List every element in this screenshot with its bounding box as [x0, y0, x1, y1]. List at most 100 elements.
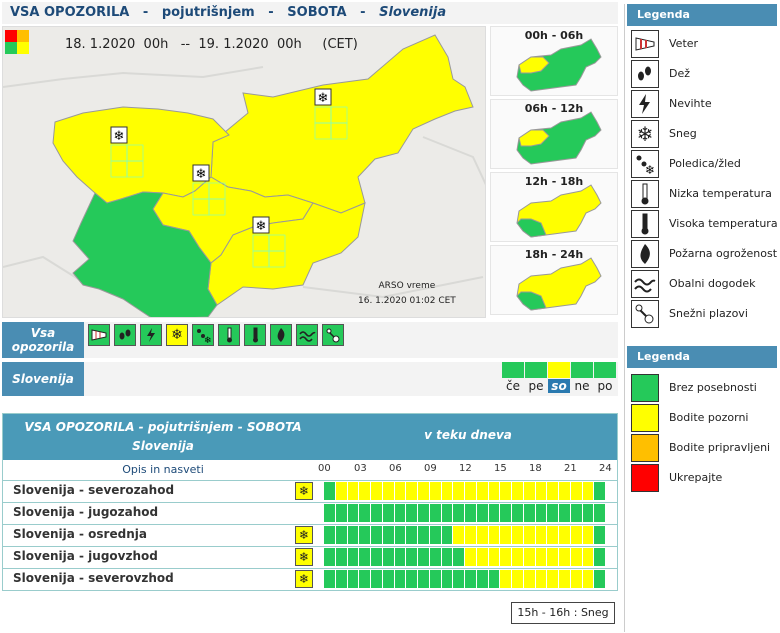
hour-segment[interactable]: [371, 548, 383, 566]
hour-segment[interactable]: [465, 570, 477, 588]
hour-segment[interactable]: [594, 504, 606, 522]
hour-segment[interactable]: [535, 548, 548, 566]
hour-segment[interactable]: [465, 548, 477, 566]
hour-segment[interactable]: [570, 482, 583, 500]
hour-segment[interactable]: [347, 526, 360, 544]
hour-segment[interactable]: [382, 504, 395, 522]
hour-segment[interactable]: [347, 570, 360, 588]
hour-segment[interactable]: [359, 504, 371, 522]
hour-segment[interactable]: [324, 482, 336, 500]
thumbnail-00-06[interactable]: 00h - 06h: [490, 26, 618, 96]
hour-segment[interactable]: [476, 548, 489, 566]
table-row[interactable]: Slovenija - jugovzhod ❄: [3, 546, 617, 567]
hour-segment[interactable]: [488, 526, 501, 544]
table-row[interactable]: Slovenija - osrednja ❄: [3, 524, 617, 545]
day-petek[interactable]: pe: [525, 362, 547, 396]
hour-segment[interactable]: [429, 548, 442, 566]
hour-segment[interactable]: [500, 570, 512, 588]
hour-segment[interactable]: [418, 482, 430, 500]
hour-segment[interactable]: [512, 548, 524, 566]
hour-segment[interactable]: [347, 482, 360, 500]
hour-segment[interactable]: [406, 504, 418, 522]
hour-segment[interactable]: [418, 526, 430, 544]
hour-segment[interactable]: [347, 548, 360, 566]
hour-segment[interactable]: [441, 548, 454, 566]
hour-segment[interactable]: [535, 504, 548, 522]
hour-segment[interactable]: [371, 570, 383, 588]
hour-segment[interactable]: [512, 570, 524, 588]
snow-icon[interactable]: ❄: [295, 548, 313, 566]
hour-segment[interactable]: [547, 526, 559, 544]
hour-segment[interactable]: [523, 526, 536, 544]
hour-segment[interactable]: [559, 504, 571, 522]
hour-segment[interactable]: [476, 504, 489, 522]
day-nedelja[interactable]: ne: [571, 362, 593, 396]
hour-segment[interactable]: [394, 570, 407, 588]
hour-segment[interactable]: [559, 548, 571, 566]
hour-segment[interactable]: [406, 482, 418, 500]
thunderstorm-button[interactable]: [140, 324, 162, 346]
day-sobota[interactable]: so: [548, 362, 570, 396]
hour-segment[interactable]: [382, 526, 395, 544]
hour-segment[interactable]: [453, 526, 465, 544]
hour-segment[interactable]: [547, 548, 559, 566]
hour-segment[interactable]: [570, 548, 583, 566]
hour-segment[interactable]: [547, 570, 559, 588]
hour-segment[interactable]: [335, 548, 348, 566]
hour-segment[interactable]: [500, 482, 512, 500]
hour-segment[interactable]: [324, 570, 336, 588]
hour-segment[interactable]: [429, 570, 442, 588]
hour-segment[interactable]: [594, 548, 606, 566]
hour-segment[interactable]: [335, 504, 348, 522]
wind-button[interactable]: [88, 324, 110, 346]
hour-segment[interactable]: [394, 504, 407, 522]
hour-segment[interactable]: [359, 526, 371, 544]
hour-segment[interactable]: [476, 482, 489, 500]
hour-segment[interactable]: [324, 548, 336, 566]
thumbnail-06-12[interactable]: 06h - 12h: [490, 99, 618, 169]
hour-segment[interactable]: [500, 526, 512, 544]
hour-segment[interactable]: [453, 548, 465, 566]
table-row[interactable]: Slovenija - severovzhod ❄: [3, 568, 617, 589]
snow-button[interactable]: ❄: [166, 324, 188, 346]
hour-segment[interactable]: [547, 504, 559, 522]
hour-segment[interactable]: [418, 570, 430, 588]
hour-segment[interactable]: [582, 570, 595, 588]
hour-segment[interactable]: [582, 548, 595, 566]
hour-segment[interactable]: [500, 504, 512, 522]
hour-segment[interactable]: [371, 504, 383, 522]
fire-button[interactable]: [270, 324, 292, 346]
hour-segment[interactable]: [535, 526, 548, 544]
hour-segment[interactable]: [594, 526, 606, 544]
hour-segment[interactable]: [523, 504, 536, 522]
hour-segment[interactable]: [582, 504, 595, 522]
hour-segment[interactable]: [594, 482, 606, 500]
hour-segment[interactable]: [371, 526, 383, 544]
hour-segment[interactable]: [406, 548, 418, 566]
hour-segment[interactable]: [559, 570, 571, 588]
thumbnail-12-18[interactable]: 12h - 18h: [490, 172, 618, 242]
hour-segment[interactable]: [582, 482, 595, 500]
hour-segment[interactable]: [512, 482, 524, 500]
hour-segment[interactable]: [453, 504, 465, 522]
hour-segment[interactable]: [335, 570, 348, 588]
hour-segment[interactable]: [335, 526, 348, 544]
hour-segment[interactable]: [441, 504, 454, 522]
hour-segment[interactable]: [429, 526, 442, 544]
hour-segment[interactable]: [406, 526, 418, 544]
hour-segment[interactable]: [418, 504, 430, 522]
hour-segment[interactable]: [382, 570, 395, 588]
hour-segment[interactable]: [488, 570, 501, 588]
hour-segment[interactable]: [359, 548, 371, 566]
hour-segment[interactable]: [394, 482, 407, 500]
hour-segment[interactable]: [523, 570, 536, 588]
hour-segment[interactable]: [324, 504, 336, 522]
hour-segment[interactable]: [453, 482, 465, 500]
snow-icon[interactable]: ❄: [295, 570, 313, 588]
hour-segment[interactable]: [453, 570, 465, 588]
hour-segment[interactable]: [476, 570, 489, 588]
hour-segment[interactable]: [382, 482, 395, 500]
snow-icon[interactable]: ❄: [295, 526, 313, 544]
hour-segment[interactable]: [488, 482, 501, 500]
table-row[interactable]: Slovenija - severozahod ❄: [3, 480, 617, 501]
